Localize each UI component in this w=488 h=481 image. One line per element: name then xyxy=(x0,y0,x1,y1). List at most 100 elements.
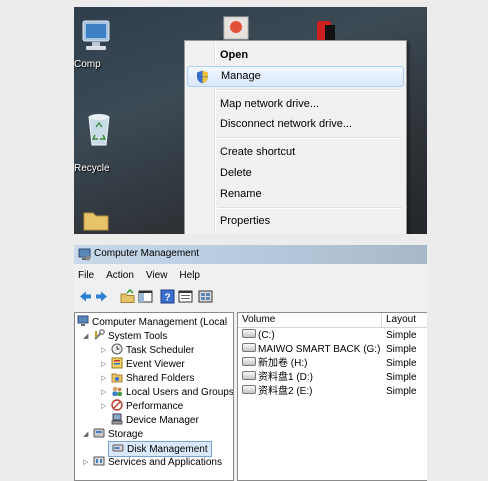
disk-management-icon xyxy=(112,444,124,452)
tree-item-root[interactable]: Computer Management (Local xyxy=(77,315,227,329)
forward-arrow-icon[interactable] xyxy=(94,289,109,304)
tree-label: Storage xyxy=(108,429,144,440)
expand-triangle-icon[interactable]: ▷ xyxy=(101,402,106,410)
tree-label: Services and Applications xyxy=(108,457,222,468)
tree-item-services-applications[interactable]: Services and Applications xyxy=(93,455,222,469)
recycle-bin-icon[interactable] xyxy=(86,113,112,147)
expand-triangle-icon[interactable]: ▷ xyxy=(101,360,106,368)
svg-text:?: ? xyxy=(164,293,170,304)
tree-label: Disk Management xyxy=(127,444,208,455)
volume-list: Volume Layout (C:) Simple MAIWO SMART BA… xyxy=(237,312,427,481)
tree-item-shared-folders[interactable]: Shared Folders xyxy=(111,371,194,385)
collapse-triangle-icon[interactable]: ◢ xyxy=(83,332,88,340)
tree-label: System Tools xyxy=(108,331,168,342)
tree-label: Task Scheduler xyxy=(126,345,195,356)
window-title: Computer Management xyxy=(94,248,200,259)
volume-layout: Simple xyxy=(386,358,417,369)
drive-icon xyxy=(242,343,256,352)
computer-management-icon xyxy=(78,248,91,261)
volume-layout: Simple xyxy=(386,386,417,397)
drive-icon xyxy=(242,371,256,380)
expand-triangle-icon[interactable]: ▷ xyxy=(83,458,88,466)
menu-item-open[interactable]: Open xyxy=(187,45,404,65)
computer-management-icon xyxy=(77,315,89,326)
up-folder-icon[interactable] xyxy=(120,289,135,304)
tree-item-system-tools[interactable]: System Tools xyxy=(93,329,167,343)
computer-management-window: Computer Management File Action View Help ?… xyxy=(74,245,427,481)
menu-item-create-shortcut[interactable]: Create shortcut xyxy=(187,142,404,162)
storage-icon xyxy=(93,428,105,438)
list-header: Volume Layout xyxy=(238,313,427,328)
volume-name: 资料盘2 (E:) xyxy=(258,386,313,397)
uac-shield-icon xyxy=(197,70,208,84)
tree-label: Device Manager xyxy=(126,415,199,426)
menu-view[interactable]: View xyxy=(146,270,168,281)
console-icon[interactable] xyxy=(198,289,213,304)
main-panes: Computer Management (Local ◢ System Tool… xyxy=(74,312,427,481)
volume-name: MAIWO SMART BACK (G:) xyxy=(258,344,381,355)
menu-separator xyxy=(218,137,402,139)
column-header-layout[interactable]: Layout xyxy=(382,313,427,327)
services-icon xyxy=(93,456,105,466)
desktop-icon-label-computer: Comp xyxy=(74,59,101,70)
table-row[interactable]: 资料盘2 (E:) Simple xyxy=(238,385,427,399)
menu-bar: File Action View Help xyxy=(74,270,206,284)
table-row[interactable]: MAIWO SMART BACK (G:) Simple xyxy=(238,343,427,357)
menu-item-manage-label: Manage xyxy=(221,70,261,82)
menu-item-properties[interactable]: Properties xyxy=(187,211,404,231)
desktop-icon-label-recycle: Recycle xyxy=(74,163,110,174)
tree-label: Event Viewer xyxy=(126,359,185,370)
menu-help[interactable]: Help xyxy=(179,270,200,281)
help-icon[interactable]: ? xyxy=(160,289,175,304)
title-bar[interactable]: Computer Management xyxy=(74,245,427,264)
tree-item-device-manager[interactable]: Device Manager xyxy=(111,413,199,427)
tree-item-performance[interactable]: Performance xyxy=(111,399,183,413)
desktop-screenshot: Comp Recycle Open Manage Map network dri… xyxy=(74,7,427,234)
tree-label: Performance xyxy=(126,401,184,412)
table-row[interactable]: (C:) Simple xyxy=(238,329,427,343)
clock-icon xyxy=(111,343,123,355)
performance-icon xyxy=(111,399,123,411)
tree-item-local-users-groups[interactable]: Local Users and Groups xyxy=(111,385,234,399)
drive-icon xyxy=(242,357,256,366)
event-viewer-icon xyxy=(111,357,123,369)
menu-separator xyxy=(218,207,402,209)
tree-label: Local Users and Groups xyxy=(126,387,234,398)
drive-icon xyxy=(242,329,256,338)
tree-label: Computer Management (Local xyxy=(92,317,228,328)
tree-item-event-viewer[interactable]: Event Viewer xyxy=(111,357,185,371)
back-arrow-icon[interactable] xyxy=(78,289,93,304)
volume-layout: Simple xyxy=(386,372,417,383)
menu-item-disconnect-network-drive[interactable]: Disconnect network drive... xyxy=(187,114,404,134)
volume-layout: Simple xyxy=(386,344,417,355)
properties-icon[interactable] xyxy=(178,289,193,304)
menu-item-delete[interactable]: Delete xyxy=(187,163,404,183)
expand-triangle-icon[interactable]: ▷ xyxy=(101,388,106,396)
document-app-icon[interactable] xyxy=(222,15,250,41)
console-tree: Computer Management (Local ◢ System Tool… xyxy=(74,312,234,481)
menu-item-manage[interactable]: Manage xyxy=(187,66,404,87)
computer-icon[interactable] xyxy=(80,19,112,55)
users-icon xyxy=(112,386,122,396)
menu-item-rename[interactable]: Rename xyxy=(187,184,404,204)
context-menu: Open Manage Map network drive... Disconn… xyxy=(184,40,407,234)
menu-separator xyxy=(218,89,402,91)
column-header-volume[interactable]: Volume xyxy=(238,313,382,327)
table-row[interactable]: 资料盘1 (D:) Simple xyxy=(238,371,427,385)
tree-label: Shared Folders xyxy=(126,373,195,384)
expand-triangle-icon[interactable]: ▷ xyxy=(101,346,106,354)
folder-icon[interactable] xyxy=(82,209,110,231)
menu-action[interactable]: Action xyxy=(106,270,134,281)
tree-item-storage[interactable]: Storage xyxy=(93,427,143,441)
menu-item-map-network-drive[interactable]: Map network drive... xyxy=(187,94,404,114)
volume-name: 新加卷 (H:) xyxy=(258,358,308,369)
table-row[interactable]: 新加卷 (H:) Simple xyxy=(238,357,427,371)
volume-layout: Simple xyxy=(386,330,417,341)
collapse-triangle-icon[interactable]: ◢ xyxy=(83,430,88,438)
device-manager-icon xyxy=(111,413,123,425)
volume-name: (C:) xyxy=(258,330,275,341)
tree-item-task-scheduler[interactable]: Task Scheduler xyxy=(111,343,194,357)
expand-triangle-icon[interactable]: ▷ xyxy=(101,374,106,382)
menu-file[interactable]: File xyxy=(78,270,94,281)
show-hide-tree-icon[interactable] xyxy=(138,289,153,304)
